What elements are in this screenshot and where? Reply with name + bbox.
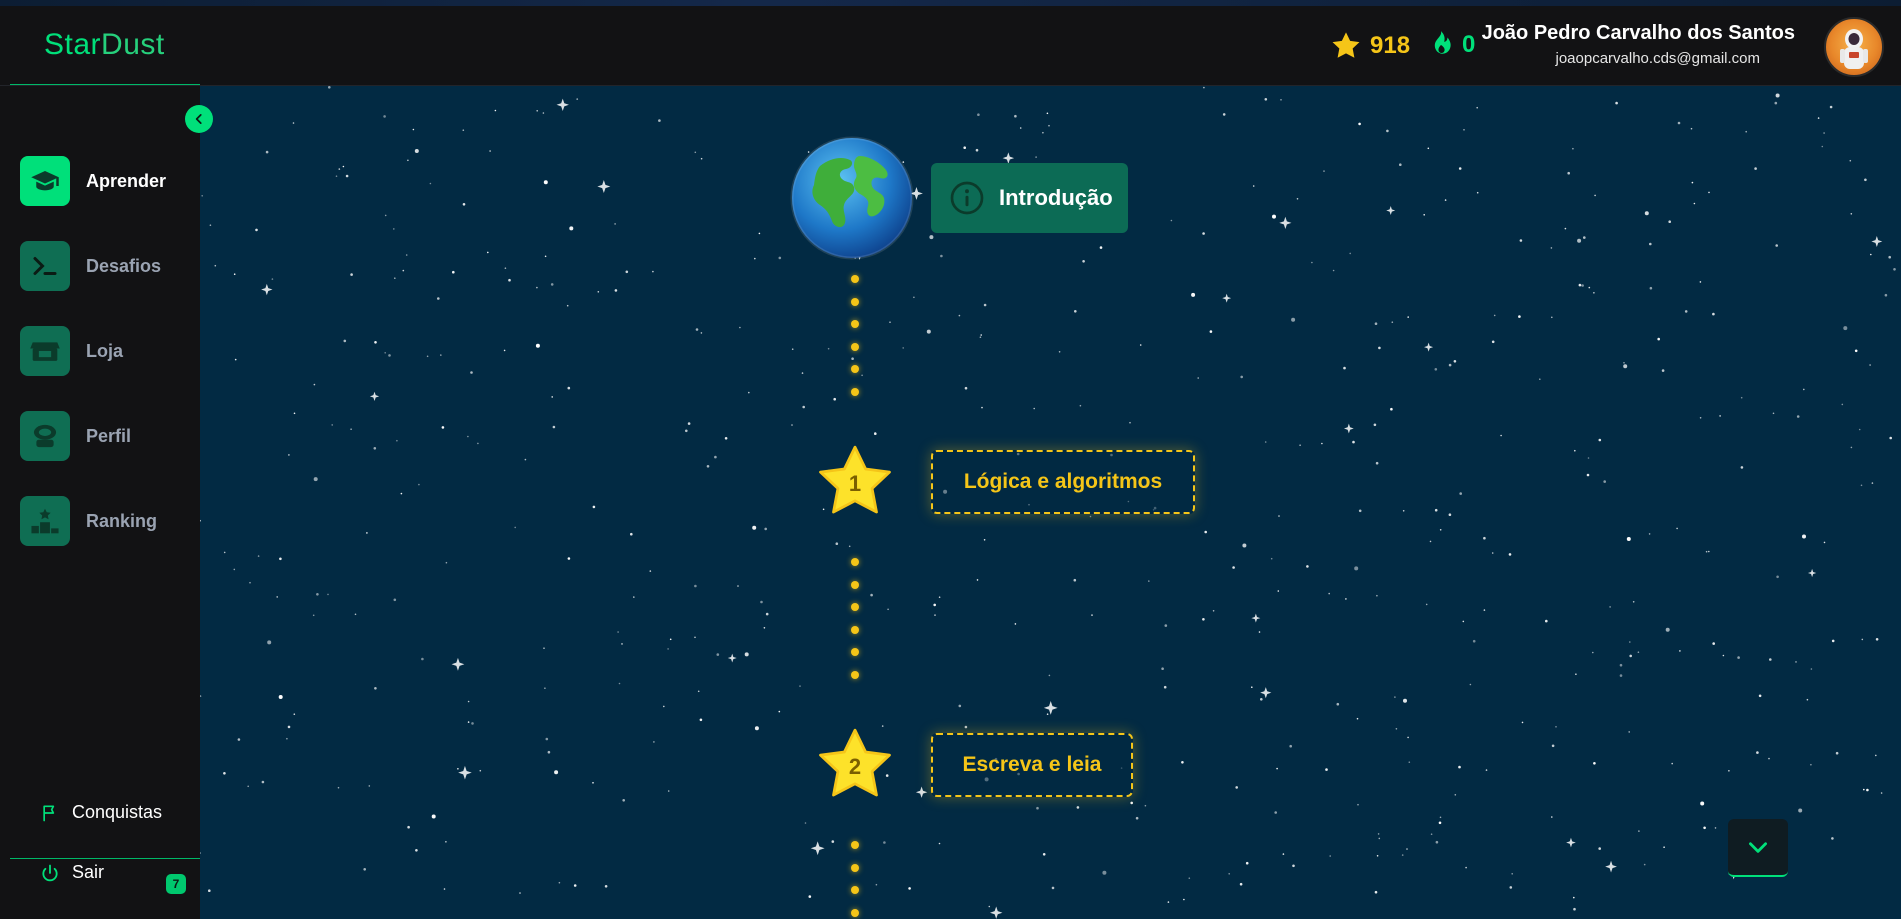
stars-count: 918	[1370, 32, 1411, 59]
achievements-label: Conquistas	[72, 802, 163, 822]
sidebar-divider	[10, 858, 200, 859]
store-icon	[20, 326, 70, 376]
lesson-1-button[interactable]: Lógica e algoritmos	[931, 450, 1195, 514]
stars-counter: 918	[1330, 30, 1410, 62]
intro-lesson-label: Introdução	[999, 185, 1113, 210]
logo-star-text: Star	[44, 28, 102, 61]
path-connector	[851, 275, 861, 410]
top-header: StarDust 918 0 João Pedro Carvalho dos S…	[0, 6, 1901, 86]
astronaut-helmet-icon	[20, 411, 70, 461]
star-icon	[1332, 32, 1360, 58]
lesson-2-button[interactable]: Escreva e leia	[931, 733, 1133, 797]
chevron-down-icon	[1749, 842, 1767, 853]
graduation-cap-icon	[20, 156, 70, 206]
sidebar: Aprender Desafios Loja Perfil Ranking Co…	[0, 86, 200, 919]
streak-count: 0	[1462, 31, 1476, 58]
sidebar-item-label: Desafios	[86, 255, 162, 276]
info-icon	[950, 181, 984, 215]
learning-path-area[interactable]: Introdução 1 Lógica e algoritmos 2 Escre…	[200, 86, 1901, 919]
sidebar-item-label: Loja	[86, 340, 124, 361]
chevron-left-icon	[195, 114, 202, 124]
lesson-1-star[interactable]: 1	[814, 441, 896, 523]
avatar[interactable]	[1824, 17, 1884, 77]
collapse-sidebar-button[interactable]	[185, 105, 213, 133]
lesson-number: 2	[848, 754, 862, 779]
user-name: João Pedro Carvalho dos Santos	[1481, 22, 1795, 44]
path-connector	[851, 841, 861, 919]
lesson-title: Escreva e leia	[962, 753, 1102, 776]
app-root: StarDust 918 0 João Pedro Carvalho dos S…	[0, 0, 1901, 919]
lesson-2-star[interactable]: 2	[814, 724, 896, 806]
user-email: joaopcarvalho.cds@gmail.com	[1555, 50, 1761, 67]
earth-planet-icon[interactable]	[790, 136, 914, 260]
sidebar-item-perfil[interactable]: Perfil	[20, 411, 131, 461]
sidebar-item-label: Aprender	[86, 170, 167, 191]
flag-icon	[43, 805, 55, 821]
podium-icon	[20, 496, 70, 546]
streak-counter: 0	[1428, 30, 1475, 60]
sidebar-item-loja[interactable]: Loja	[20, 326, 123, 376]
sidebar-item-desafios[interactable]: Desafios	[20, 241, 161, 291]
logo-underline	[10, 84, 200, 85]
achievements-badge: 7	[166, 874, 186, 894]
sidebar-item-aprender[interactable]: Aprender	[20, 156, 166, 206]
logout-link[interactable]: Sair	[40, 862, 104, 883]
logout-label: Sair	[72, 862, 105, 882]
path-connector	[851, 558, 861, 693]
terminal-icon	[20, 241, 70, 291]
scroll-down-button[interactable]	[1728, 819, 1788, 877]
lesson-number: 1	[848, 471, 862, 496]
sidebar-item-label: Perfil	[86, 425, 132, 446]
achievements-link[interactable]: Conquistas	[40, 802, 162, 823]
power-icon	[42, 864, 58, 881]
stardust-logo[interactable]: StarDust	[44, 28, 165, 62]
sidebar-item-ranking[interactable]: Ranking	[20, 496, 157, 546]
astronaut-avatar-icon	[1840, 29, 1868, 69]
sidebar-item-label: Ranking	[86, 510, 158, 531]
lesson-title: Lógica e algoritmos	[963, 470, 1163, 493]
flame-icon	[1434, 31, 1451, 54]
logo-dust-text: Dust	[101, 28, 165, 61]
intro-lesson-button[interactable]: Introdução	[931, 163, 1128, 233]
